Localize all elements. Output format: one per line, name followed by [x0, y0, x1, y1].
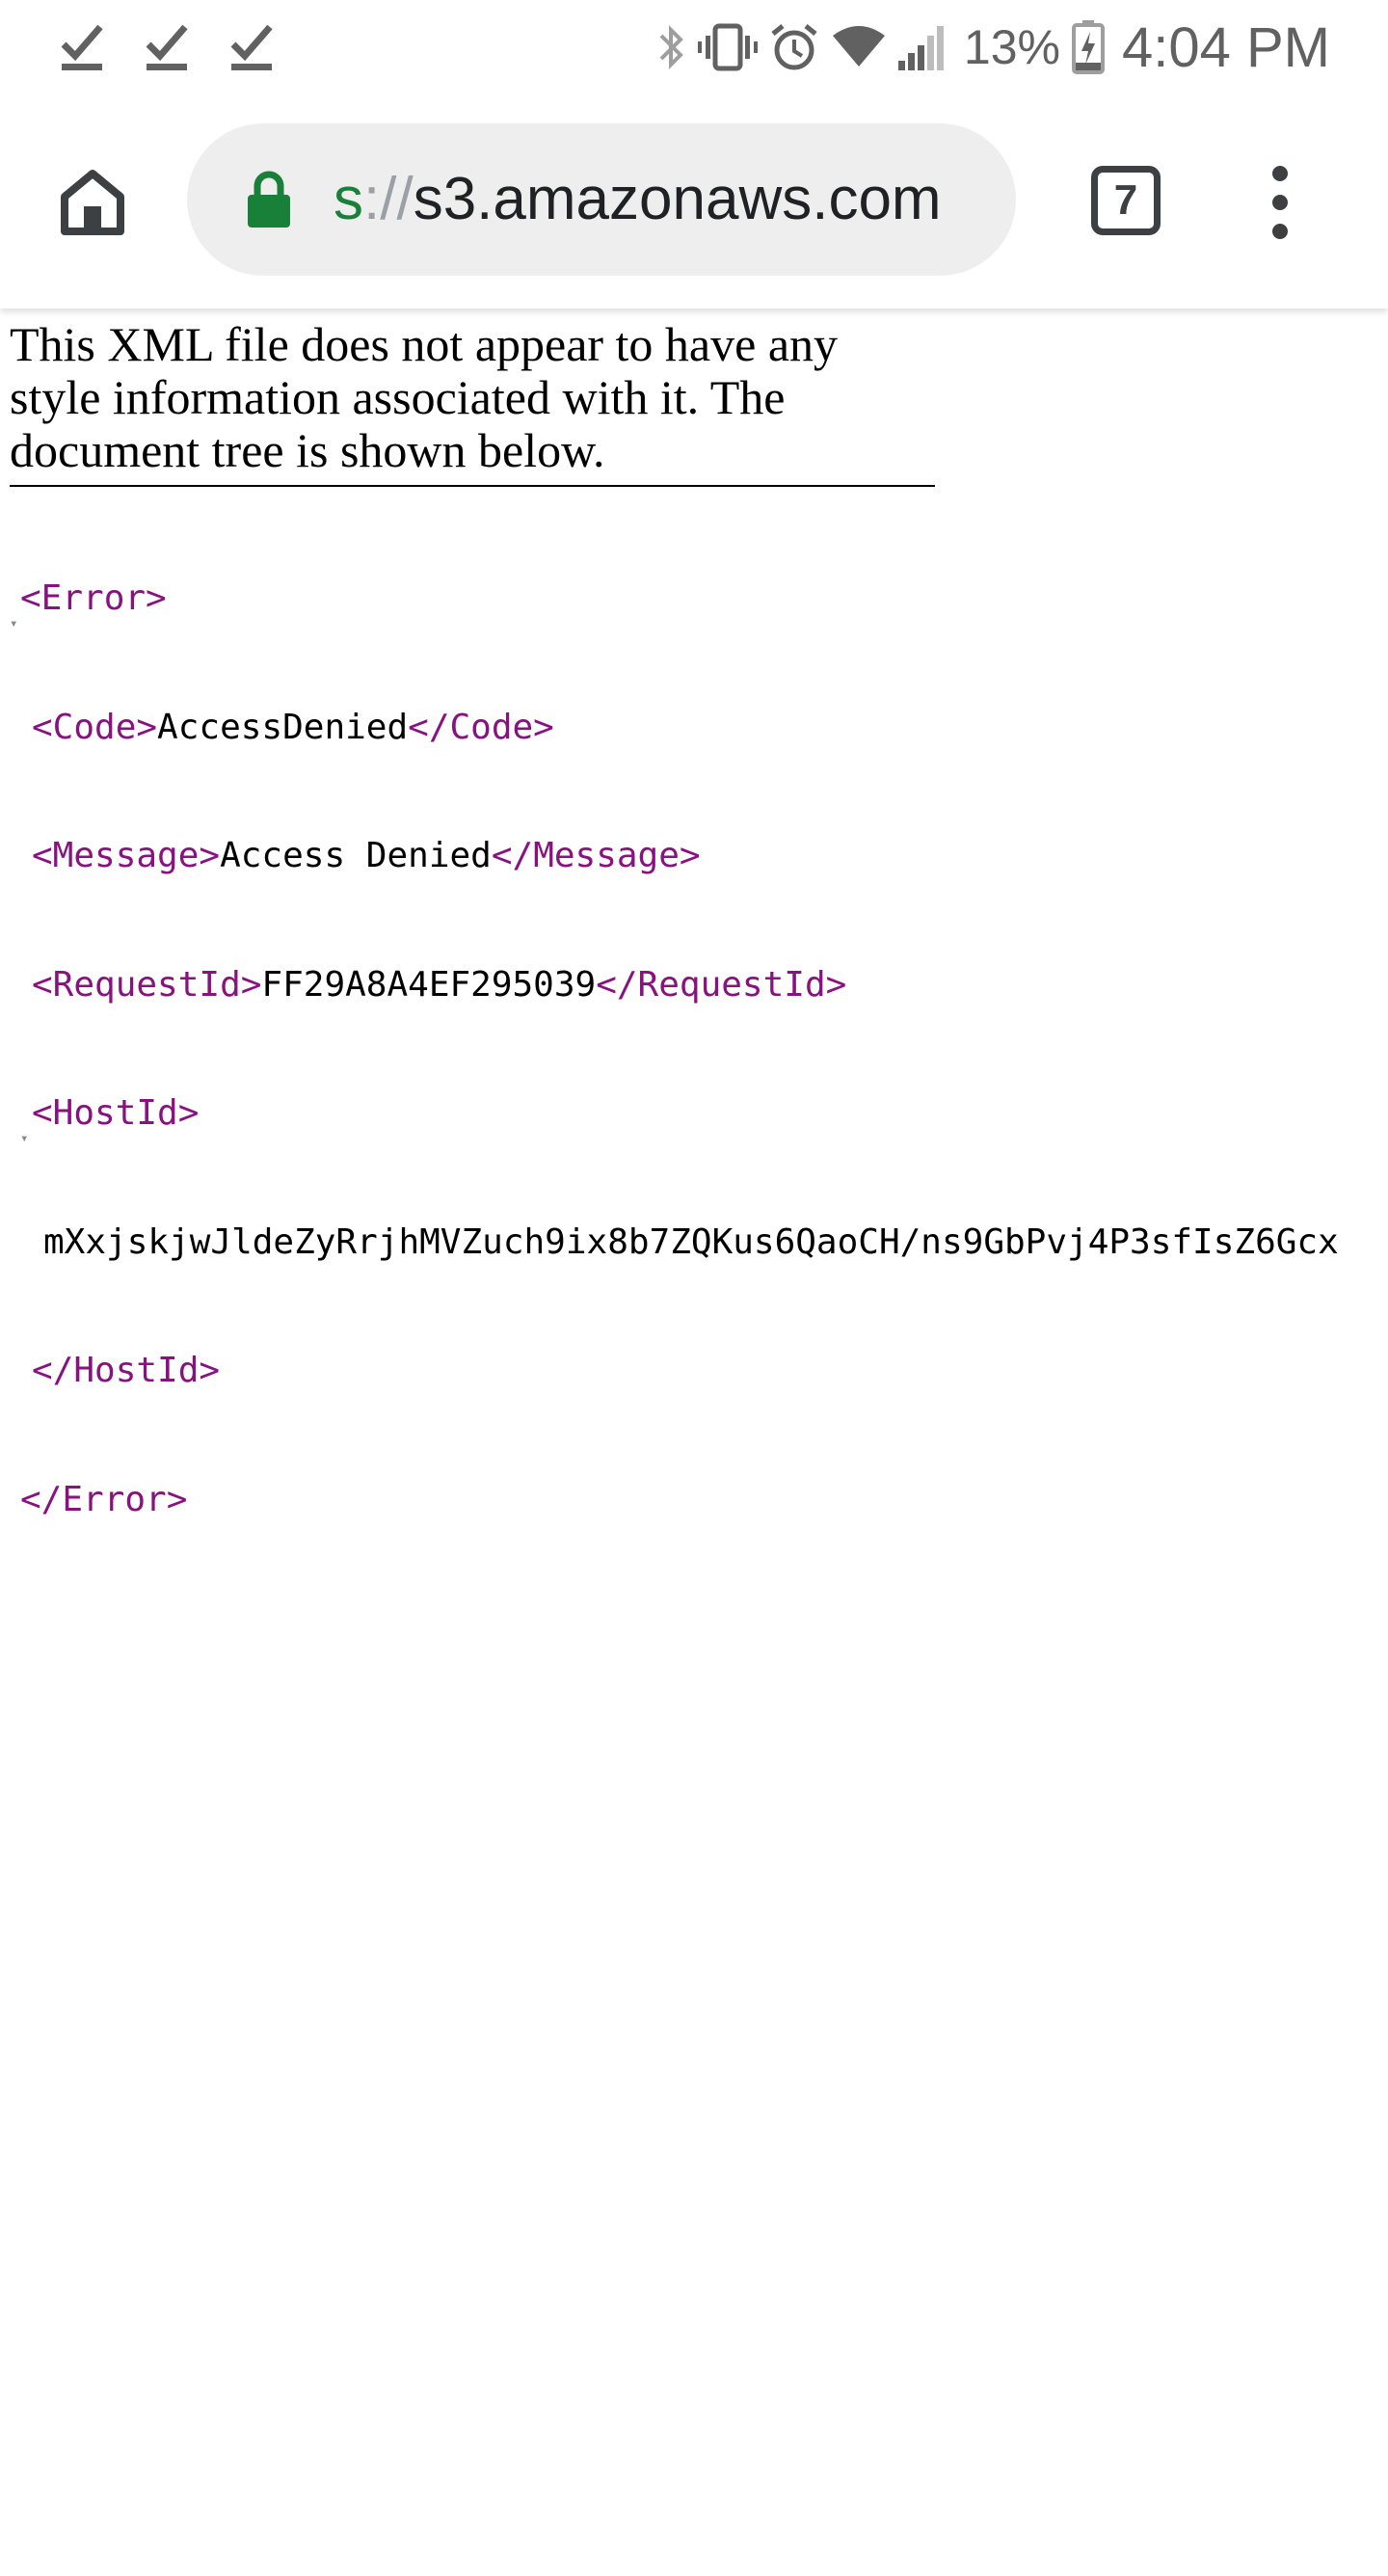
xml-line-host-id-close: </HostId>: [0, 1350, 1388, 1393]
lock-icon: [248, 171, 290, 228]
tag-code-close: </Code>: [408, 707, 554, 747]
tag-request-id-close: </RequestId>: [596, 964, 847, 1005]
home-icon: [61, 170, 124, 235]
clock: 4:04 PM: [1122, 15, 1330, 79]
menu-dot-icon: [1272, 195, 1288, 210]
tag-code-open: <Code>: [32, 707, 158, 747]
tag-host-id-open: <HostId>: [32, 1093, 200, 1133]
bluetooth-icon: [659, 25, 683, 69]
url-host: s3.amazonaws.com: [413, 166, 942, 232]
xml-info-message: This XML file does not appear to have an…: [10, 318, 935, 487]
xml-line-error-open: ▾ <Error>: [0, 577, 1388, 631]
menu-dot-icon: [1272, 224, 1288, 239]
battery-percent: 13%: [963, 20, 1060, 74]
tab-switcher-button[interactable]: 7: [1091, 166, 1161, 235]
host-id-value: mXxjskjwJldeZyRrjhMVZuch9ix8b7ZQKus6QaoC…: [43, 1221, 1339, 1262]
download-done-icon: [61, 24, 103, 70]
download-done-icon: [146, 24, 188, 70]
home-button[interactable]: [46, 156, 139, 249]
xml-line-error-close: </Error>: [0, 1479, 1388, 1522]
xml-line-message: <Message>Access Denied</Message>: [0, 835, 1388, 878]
url-text[interactable]: s://s3.amazonaws.com: [334, 123, 999, 276]
status-bar: 13% 4:04 PM: [0, 0, 1388, 96]
fold-toggle-icon[interactable]: ▾: [10, 603, 17, 646]
menu-dot-icon: [1272, 166, 1288, 181]
tag-message-open: <Message>: [32, 836, 221, 875]
code-value: AccessDenied: [157, 707, 409, 747]
vibrate-icon: [697, 23, 758, 71]
tag-host-id-close: </HostId>: [32, 1351, 221, 1390]
tag-error-close: </Error>: [20, 1479, 188, 1519]
xml-tree: ▾ <Error> <Code>AccessDenied</Code> <Mess…: [0, 492, 1388, 1607]
fold-toggle-icon[interactable]: ▾: [20, 1117, 28, 1161]
url-separator: ://: [363, 166, 414, 232]
request-id-value: FF29A8A4EF295039: [261, 964, 597, 1005]
xml-line-request-id: <RequestId>FF29A8A4EF295039</RequestId>: [0, 964, 1388, 1007]
xml-line-host-id-open: ▾ <HostId>: [0, 1092, 1388, 1146]
download-done-icon: [230, 24, 273, 70]
address-bar[interactable]: s://s3.amazonaws.com: [187, 123, 1016, 276]
message-value: Access Denied: [220, 836, 492, 875]
status-icons: 13% 4:04 PM: [657, 13, 1330, 81]
tab-count: 7: [1113, 176, 1138, 224]
wifi-icon: [832, 26, 885, 67]
url-scheme: s: [334, 166, 363, 232]
tag-error-open: <Error>: [20, 578, 167, 618]
battery-charging-icon: [1072, 20, 1105, 74]
signal-icon: [897, 26, 944, 70]
alarm-icon: [771, 24, 817, 70]
tag-message-close: </Message>: [491, 836, 701, 875]
xml-line-host-id-value: mXxjskjwJldeZyRrjhMVZuch9ix8b7ZQKus6QaoC…: [0, 1221, 1388, 1265]
overflow-menu-button[interactable]: [1253, 166, 1307, 239]
tag-request-id-open: <RequestId>: [32, 964, 262, 1005]
xml-line-code: <Code>AccessDenied</Code>: [0, 707, 1388, 750]
browser-toolbar: s://s3.amazonaws.com 7: [0, 96, 1388, 309]
